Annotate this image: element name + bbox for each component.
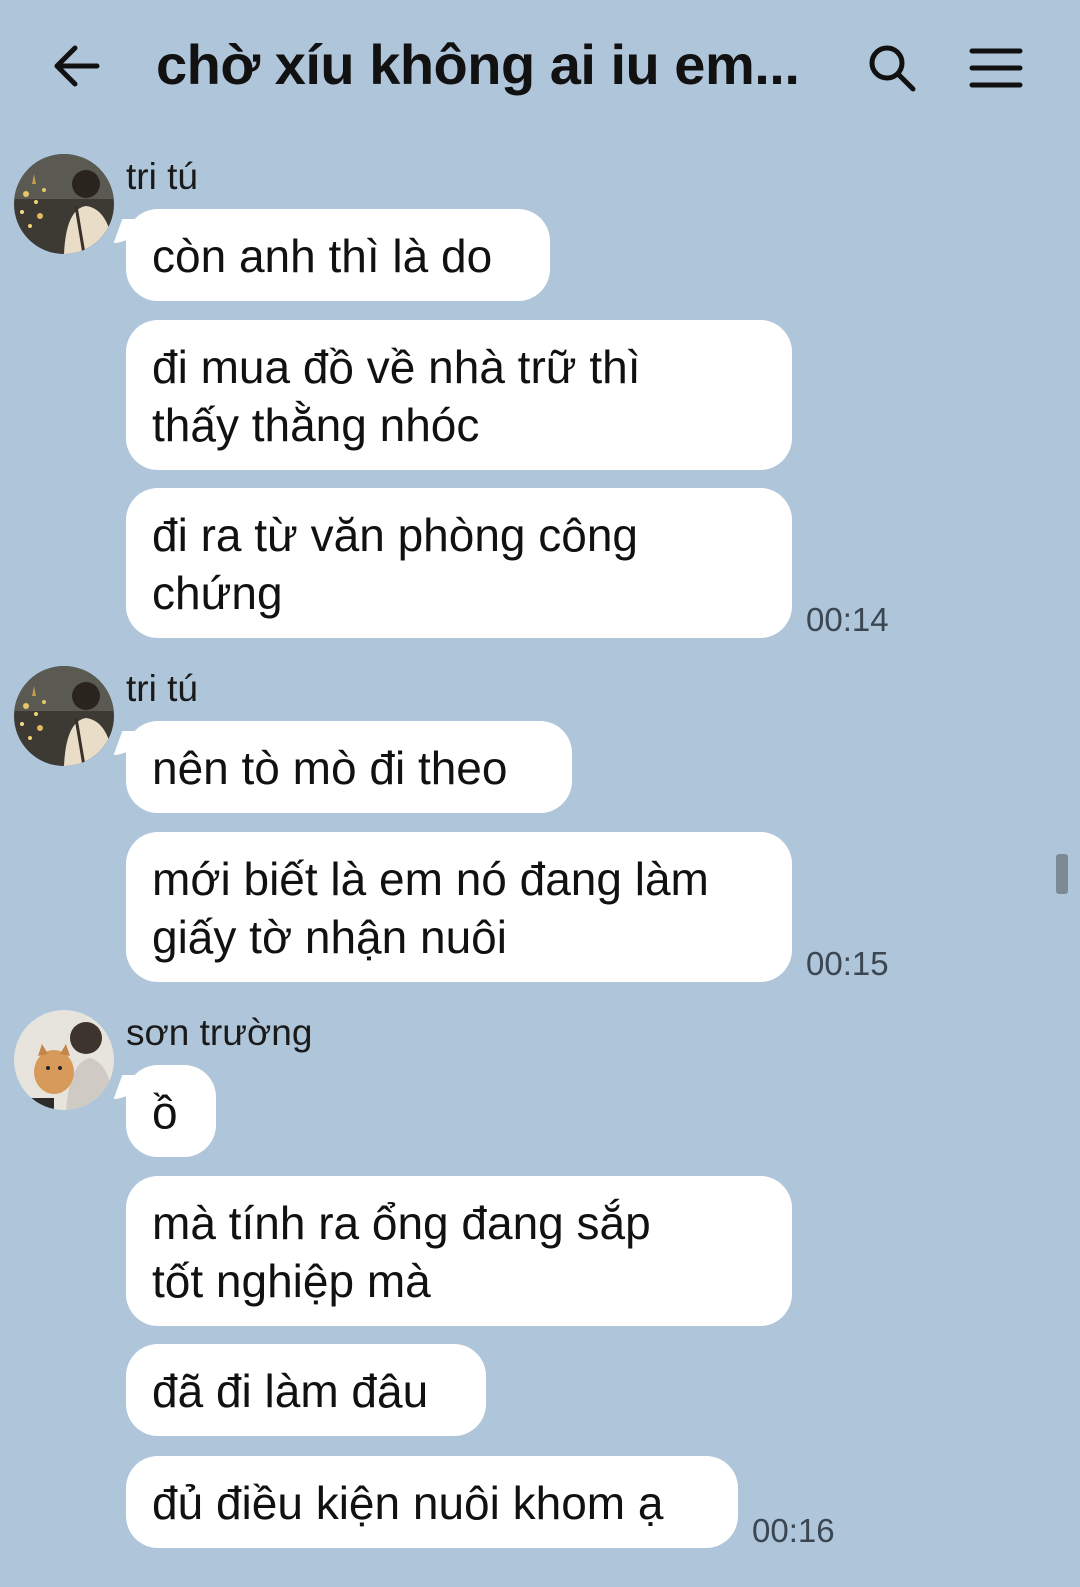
message-bubble[interactable]: nên tò mò đi theo (126, 721, 572, 813)
timestamp: 00:14 (806, 601, 889, 638)
chat-header: chờ xíu không ai iu em... (0, 0, 1080, 140)
message-bubble[interactable]: đã đi làm đâu (126, 1344, 486, 1436)
message-bubble[interactable]: ồ (126, 1065, 216, 1157)
timestamp: 00:16 (752, 1512, 835, 1549)
message-bubble[interactable]: đi mua đồ về nhà trữ thì thấy thằng nhóc (126, 320, 792, 470)
timestamp: 00:15 (806, 945, 889, 982)
avatar-tri-tu[interactable] (14, 666, 114, 766)
message-bubble[interactable]: còn anh thì là do (126, 209, 550, 301)
chat-title: chờ xíu không ai iu em... (156, 33, 800, 96)
message-bubble[interactable]: mới biết là em nó đang làm giấy tờ nhận … (126, 832, 792, 982)
message-bubble[interactable]: đủ điều kiện nuôi khom ạ (126, 1456, 738, 1548)
avatar-son-truong[interactable] (14, 1010, 114, 1110)
menu-button[interactable] (966, 40, 1026, 96)
search-button[interactable] (862, 38, 922, 98)
scrollbar-thumb[interactable] (1056, 854, 1068, 894)
sender-name: tri tú (126, 668, 198, 709)
hamburger-menu-icon (969, 48, 1023, 88)
search-icon (869, 45, 916, 92)
sender-name: tri tú (126, 156, 198, 197)
avatar-tri-tu[interactable] (14, 154, 114, 254)
sender-name: sơn trường (126, 1012, 313, 1053)
back-button[interactable] (48, 38, 104, 94)
message-bubble[interactable]: đi ra từ văn phòng công chứng (126, 488, 792, 638)
message-bubble[interactable]: mà tính ra ổng đang sắp tốt nghiệp mà (126, 1176, 792, 1326)
arrow-left-icon (54, 45, 100, 87)
